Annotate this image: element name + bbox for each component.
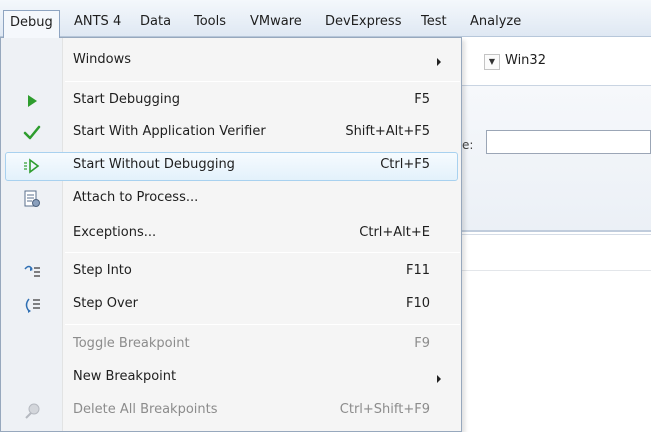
background-divider xyxy=(460,270,651,271)
menu-item-attach-to-process[interactable]: Attach to Process... xyxy=(1,184,461,214)
menu-item-label: Step Over xyxy=(73,296,138,311)
debug-menu-dropdown: Windows Start Debugging F5 Start With Ap… xyxy=(0,37,462,432)
menu-item-shortcut: F9 xyxy=(414,336,430,351)
background-divider xyxy=(460,230,651,232)
menu-vmware[interactable]: VMware xyxy=(243,10,309,37)
menu-item-windows[interactable]: Windows xyxy=(1,46,461,76)
platform-combo-dropdown-button[interactable]: ▼ xyxy=(484,54,500,70)
menu-item-label: Toggle Breakpoint xyxy=(73,336,190,351)
background-field-label: e: xyxy=(462,138,474,152)
menu-item-shortcut: Shift+Alt+F5 xyxy=(345,124,430,139)
menu-devexpress[interactable]: DevExpress xyxy=(318,10,408,37)
menu-item-shortcut: Ctrl+Shift+F9 xyxy=(339,402,430,417)
delete-breakpoints-icon xyxy=(23,402,41,420)
background-panel xyxy=(460,85,651,230)
background-textbox[interactable] xyxy=(486,130,651,154)
menu-item-step-into[interactable]: Step Into F11 xyxy=(1,257,461,287)
menu-item-start-debugging[interactable]: Start Debugging F5 xyxy=(1,86,461,116)
menu-item-label: Exceptions... xyxy=(73,225,157,240)
menu-item-label: Delete All Breakpoints xyxy=(73,402,218,417)
menu-separator xyxy=(65,324,460,325)
menu-item-shortcut: F11 xyxy=(405,263,430,278)
menu-debug[interactable]: Debug xyxy=(3,10,60,38)
menu-item-label: Start Debugging xyxy=(73,92,180,107)
platform-combo-value[interactable]: Win32 xyxy=(505,53,546,68)
menu-test[interactable]: Test xyxy=(414,10,454,37)
menu-item-label: New Breakpoint xyxy=(73,369,177,384)
submenu-arrow-icon xyxy=(437,375,441,383)
checkmark-icon xyxy=(23,124,41,142)
background-divider xyxy=(460,234,651,235)
submenu-arrow-icon xyxy=(437,58,441,66)
menu-item-label: Start Without Debugging xyxy=(73,157,235,172)
ide-window: Debug ANTS 4 Data Tools VMware DevExpres… xyxy=(0,0,651,432)
step-over-icon xyxy=(23,296,41,314)
menu-item-label: Windows xyxy=(73,52,132,67)
menu-item-step-over[interactable]: Step Over F10 xyxy=(1,290,461,320)
menu-item-delete-all-breakpoints: Delete All Breakpoints Ctrl+Shift+F9 xyxy=(1,396,461,426)
menu-item-label: Start With Application Verifier xyxy=(73,124,266,139)
menu-item-shortcut: F5 xyxy=(414,92,430,107)
menu-item-start-with-app-verifier[interactable]: Start With Application Verifier Shift+Al… xyxy=(1,118,461,148)
menu-data[interactable]: Data xyxy=(133,10,178,37)
menu-item-shortcut: F10 xyxy=(405,296,430,311)
attach-process-icon xyxy=(23,190,41,208)
menu-analyze[interactable]: Analyze xyxy=(463,10,528,37)
step-into-icon xyxy=(23,263,41,281)
menu-separator xyxy=(65,81,460,82)
play-icon xyxy=(23,92,41,110)
menu-item-toggle-breakpoint: Toggle Breakpoint F9 xyxy=(1,330,461,360)
menu-item-label: Attach to Process... xyxy=(73,190,199,205)
menu-bar: Debug ANTS 4 Data Tools VMware DevExpres… xyxy=(0,0,651,38)
menu-item-shortcut: Ctrl+Alt+E xyxy=(359,225,430,240)
menu-item-label: Step Into xyxy=(73,263,132,278)
menu-ants4[interactable]: ANTS 4 xyxy=(67,10,128,37)
play-outline-icon xyxy=(23,157,41,175)
menu-tools[interactable]: Tools xyxy=(187,10,233,37)
menu-item-start-without-debugging[interactable]: Start Without Debugging Ctrl+F5 xyxy=(1,151,461,181)
menu-item-exceptions[interactable]: Exceptions... Ctrl+Alt+E xyxy=(1,219,461,249)
menu-item-new-breakpoint[interactable]: New Breakpoint xyxy=(1,363,461,393)
menu-item-shortcut: Ctrl+F5 xyxy=(380,157,430,172)
menu-separator xyxy=(65,252,460,253)
